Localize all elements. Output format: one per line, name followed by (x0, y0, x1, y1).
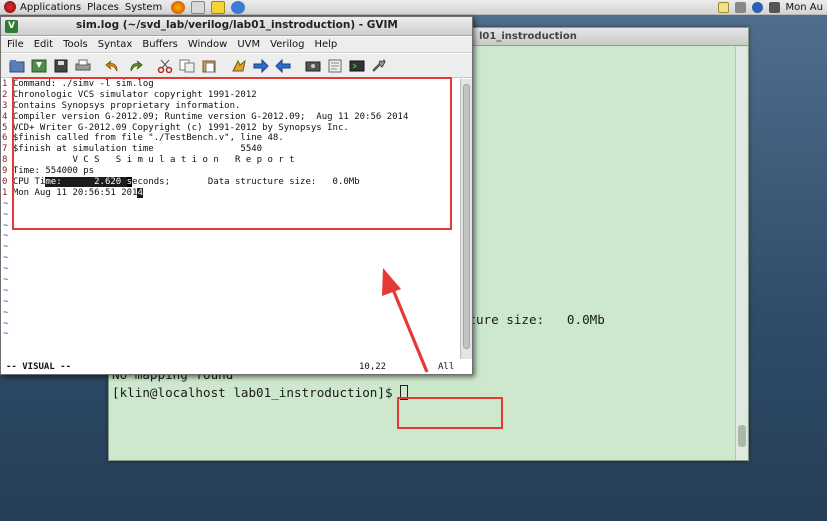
paste-icon[interactable] (200, 57, 218, 75)
menu-tools[interactable]: Tools (63, 39, 88, 50)
undo-icon[interactable] (104, 57, 122, 75)
vertical-scrollbar[interactable] (460, 79, 472, 359)
distro-logo-icon (4, 1, 16, 13)
menu-window[interactable]: Window (188, 39, 227, 50)
open-icon[interactable] (8, 57, 26, 75)
terminal-scroll-thumb[interactable] (738, 425, 746, 447)
save-session-icon[interactable] (326, 57, 344, 75)
print-icon[interactable] (74, 57, 92, 75)
menu-uvm[interactable]: UVM (237, 39, 260, 50)
copy-icon[interactable] (178, 57, 196, 75)
mail-launcher-icon[interactable] (191, 0, 206, 14)
mode-indicator: -- VISUAL -- (6, 362, 72, 372)
menu-help[interactable]: Help (314, 39, 337, 50)
terminal-scrollbar[interactable] (735, 47, 747, 460)
menu-bar: File Edit Tools Syntax Buffers Window UVM Veril… (1, 37, 472, 53)
empty-line-marker: ~ (3, 242, 9, 253)
notification-icon[interactable] (717, 2, 729, 13)
cut-icon[interactable] (156, 57, 174, 75)
find-replace-icon[interactable] (230, 57, 248, 75)
menu-syntax[interactable]: Syntax (98, 39, 133, 50)
system-tray: Mon Au (717, 0, 823, 15)
system-menu[interactable]: System (125, 2, 168, 13)
applications-menu[interactable]: Applications (20, 2, 87, 13)
network-icon[interactable] (768, 2, 780, 13)
firefox-launcher-icon[interactable] (171, 0, 186, 14)
clock[interactable]: Mon Au (786, 2, 823, 13)
top-panel: Applications Places System Mon Au (0, 0, 827, 15)
gvim-titlebar[interactable]: V sim.log (~/svd_lab/verilog/lab01_instr… (1, 17, 472, 36)
vim-icon: V (5, 20, 18, 33)
command-highlight-box (397, 397, 503, 429)
editor-highlight-box (12, 77, 452, 230)
menu-edit[interactable]: Edit (34, 39, 53, 50)
redo-icon[interactable] (126, 57, 144, 75)
forward-icon[interactable] (252, 57, 270, 75)
menu-verilog[interactable]: Verilog (270, 39, 304, 50)
annotation-arrow (382, 268, 429, 373)
window-title: sim.log (~/svd_lab/verilog/lab01_instrod… (76, 19, 398, 31)
notes-launcher-icon[interactable] (211, 0, 226, 14)
save-all-icon[interactable] (52, 57, 70, 75)
scroll-indicator: All (438, 362, 455, 372)
load-session-icon[interactable] (304, 57, 322, 75)
empty-line-marker: ~ (3, 231, 9, 242)
menu-file[interactable]: File (7, 39, 24, 50)
make-icon[interactable] (370, 57, 388, 75)
bluetooth-icon[interactable] (751, 2, 763, 13)
save-icon[interactable] (30, 57, 48, 75)
toolbar (1, 54, 472, 78)
run-script-icon[interactable] (348, 57, 366, 75)
volume-icon[interactable] (734, 2, 746, 13)
menu-buffers[interactable]: Buffers (142, 39, 178, 50)
back-icon[interactable] (274, 57, 292, 75)
places-menu[interactable]: Places (87, 2, 125, 13)
help-launcher-icon[interactable] (231, 0, 246, 14)
scroll-thumb[interactable] (463, 84, 470, 349)
